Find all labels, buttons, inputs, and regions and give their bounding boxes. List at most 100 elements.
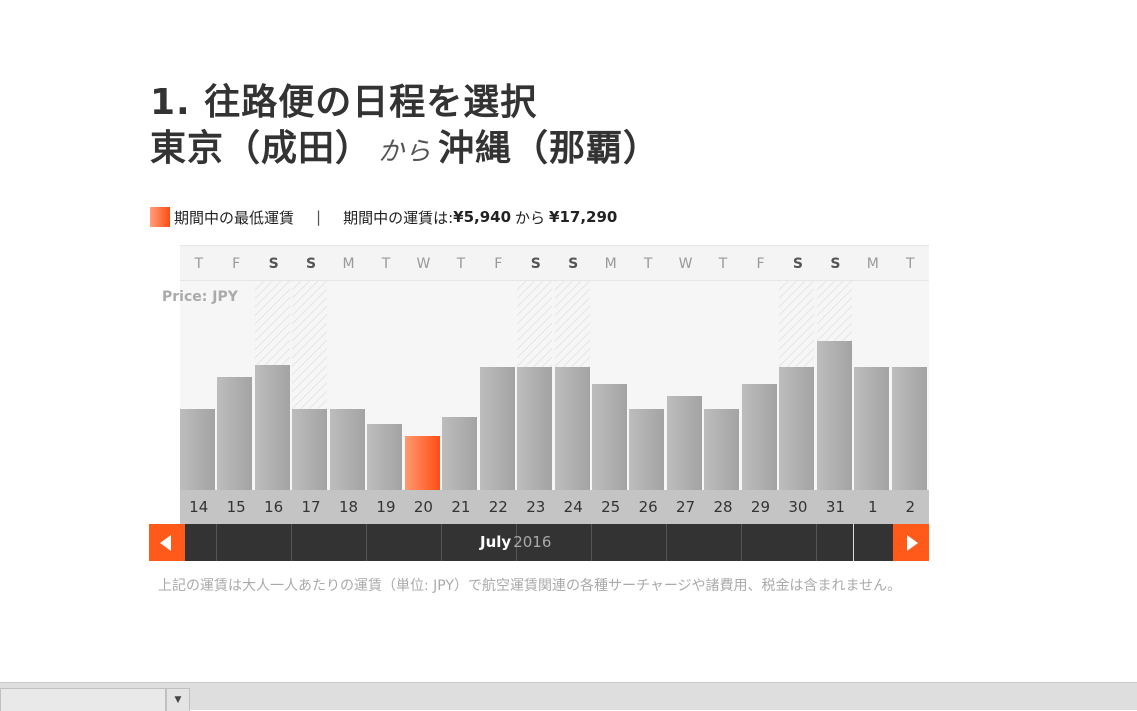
weekday-label: M — [342, 256, 355, 272]
weekday-label: M — [604, 256, 617, 272]
fare-range-max: ¥17,290 — [549, 208, 618, 226]
month-bar-divider — [666, 524, 667, 561]
weekday-label: S — [530, 256, 541, 272]
date-label[interactable]: 26 — [629, 490, 666, 524]
arrow-right-icon — [907, 535, 918, 551]
weekday-header-row: TFSSMTWTFSSMTWTFSSMT — [180, 245, 929, 281]
date-label[interactable]: 18 — [330, 490, 367, 524]
chevron-down-icon[interactable]: ▼ — [166, 688, 190, 711]
fare-bar[interactable] — [254, 364, 290, 490]
weekday-label: T — [718, 256, 728, 272]
fare-footnote: 上記の運賃は大人一人あたりの運賃（単位: JPY）で航空運賃関連の各種サーチャー… — [158, 578, 902, 594]
route-connector: から — [378, 137, 433, 167]
fare-bar[interactable] — [779, 367, 815, 490]
fare-calendar-chart: T F S S M T W T F S S M T W T F S S M T Price: JPY 14 15 16 17… — [162, 245, 929, 524]
weekday-label: S — [306, 256, 317, 272]
fare-bar[interactable] — [704, 409, 740, 490]
fare-bar[interactable] — [591, 383, 627, 490]
weekday-label: S — [792, 256, 803, 272]
fare-bar[interactable] — [329, 409, 365, 490]
date-label[interactable]: 29 — [742, 490, 779, 524]
weekday-label: M — [866, 256, 879, 272]
weekday-label: T — [643, 256, 653, 272]
weekday-label: W — [416, 256, 431, 272]
date-label[interactable]: 19 — [367, 490, 404, 524]
page-title: 1. 往路便の日程を選択 東京（成田） から 沖縄（那覇） — [150, 80, 660, 175]
weekday-label: T — [456, 256, 466, 272]
month-bar-divider — [366, 524, 367, 561]
weekday-label: S — [568, 256, 579, 272]
month-bar-divider — [591, 524, 592, 561]
fare-bar[interactable] — [180, 409, 215, 490]
month-bar-divider — [741, 524, 742, 561]
fare-bar[interactable] — [217, 377, 253, 490]
lowest-fare-bar[interactable] — [404, 436, 440, 490]
month-navigation-bar: July 2016 — [149, 524, 929, 561]
fare-bar[interactable] — [554, 367, 590, 490]
fare-bar[interactable] — [479, 367, 515, 490]
arrow-left-icon — [160, 535, 171, 551]
month-bar-divider — [441, 524, 442, 561]
month-bar-divider — [853, 524, 854, 561]
month-name: July — [480, 533, 512, 551]
date-label[interactable]: 1 — [854, 490, 891, 524]
weekday-label: S — [830, 256, 841, 272]
date-row: 14 15 16 17 18 19 20 21 22 23 24 25 26 27 28 29 30 31 1 2 — [180, 490, 929, 524]
month-bar-divider — [291, 524, 292, 561]
month-label: July 2016 — [480, 524, 551, 561]
fare-bar[interactable] — [367, 423, 403, 490]
previous-period-button[interactable] — [149, 524, 185, 561]
weekday-label: W — [678, 256, 693, 272]
fare-bar[interactable] — [517, 367, 553, 490]
weekday-label: T — [381, 256, 391, 272]
weekday-label: T — [905, 256, 915, 272]
date-label[interactable]: 16 — [255, 490, 292, 524]
date-label[interactable]: 25 — [592, 490, 629, 524]
date-label[interactable]: 20 — [405, 490, 442, 524]
lowest-fare-swatch — [150, 207, 170, 227]
fare-bar[interactable] — [891, 367, 927, 490]
browser-status-bar: ▼ — [0, 682, 1137, 711]
fare-bar[interactable] — [741, 383, 777, 490]
fare-bar[interactable] — [629, 409, 665, 490]
date-label[interactable]: 23 — [517, 490, 554, 524]
fare-bar[interactable] — [854, 367, 890, 490]
fare-bar[interactable] — [442, 417, 478, 490]
weekday-label: S — [268, 256, 279, 272]
date-label[interactable]: 24 — [555, 490, 592, 524]
fare-bar[interactable] — [292, 409, 328, 490]
fare-range-min: ¥5,940 — [453, 208, 512, 226]
weekday-label: F — [494, 256, 503, 272]
fare-bar[interactable] — [816, 340, 852, 490]
fare-range-prefix: 期間中の運賃は: — [343, 208, 454, 227]
date-label[interactable]: 27 — [667, 490, 704, 524]
date-label[interactable]: 15 — [217, 490, 254, 524]
date-label[interactable]: 14 — [180, 490, 217, 524]
date-label[interactable]: 21 — [442, 490, 479, 524]
weekday-label: F — [232, 256, 241, 272]
date-label[interactable]: 2 — [892, 490, 929, 524]
fare-range-connector: から — [515, 208, 546, 227]
fare-plot-area: Price: JPY — [162, 281, 929, 490]
title-line-2: 東京（成田） から 沖縄（那覇） — [150, 126, 660, 175]
destination-city: 沖縄（那覇） — [438, 128, 661, 169]
lowest-fare-label: 期間中の最低運賃 — [174, 208, 295, 227]
fare-bar[interactable] — [666, 396, 702, 490]
weekday-label: T — [194, 256, 203, 272]
date-label[interactable]: 28 — [704, 490, 741, 524]
month-bar-divider — [816, 524, 817, 561]
weekday-label: F — [756, 256, 765, 272]
price-axis-label: Price: JPY — [162, 289, 238, 305]
date-label[interactable]: 31 — [817, 490, 854, 524]
statusbar-dropdown-field[interactable] — [0, 688, 166, 711]
date-label[interactable]: 22 — [480, 490, 517, 524]
month-bar-divider — [216, 524, 217, 561]
date-label[interactable]: 17 — [292, 490, 329, 524]
next-period-button[interactable] — [893, 524, 929, 561]
fare-legend: 期間中の最低運賃 | 期間中の運賃は: ¥5,940 から ¥17,290 — [150, 206, 617, 228]
date-label[interactable]: 30 — [779, 490, 816, 524]
month-year: 2016 — [513, 533, 552, 551]
legend-separator: | — [316, 208, 322, 226]
origin-city: 東京（成田） — [150, 128, 373, 169]
title-line-1: 1. 往路便の日程を選択 — [150, 82, 538, 123]
